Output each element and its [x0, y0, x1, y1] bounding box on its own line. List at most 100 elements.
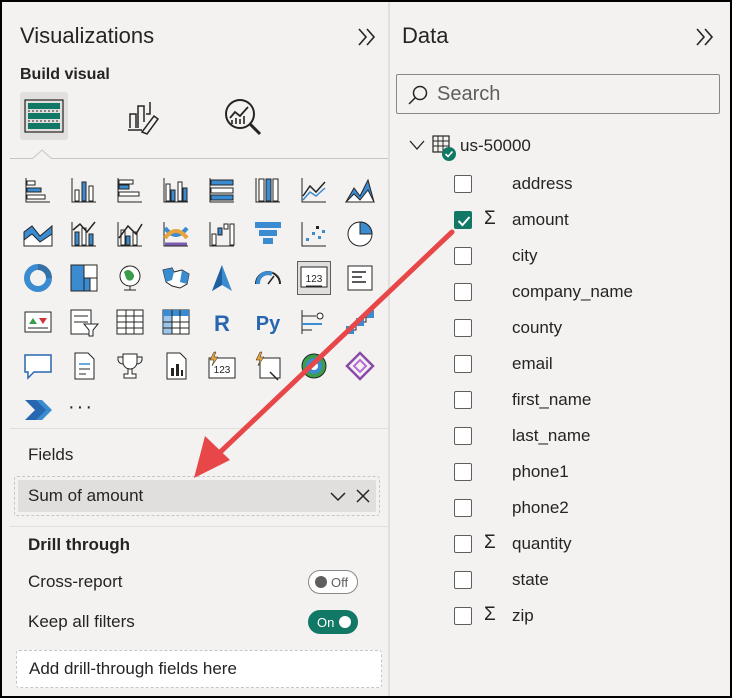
table-icon[interactable]: [114, 306, 146, 338]
slicer-icon[interactable]: [68, 306, 100, 338]
field-checkbox[interactable]: [454, 247, 472, 265]
data-pane: Data us-50000 address Σamount city company_…: [390, 2, 730, 696]
key-influencers-icon[interactable]: [298, 306, 330, 338]
multi-row-card-icon[interactable]: [344, 262, 376, 294]
field-row[interactable]: county: [454, 316, 724, 342]
field-name: quantity: [512, 534, 572, 553]
tab-underline: [10, 158, 388, 159]
cross-report-label: Cross-report: [28, 572, 123, 591]
field-row[interactable]: company_name: [454, 280, 724, 306]
stacked-column-chart-icon[interactable]: [68, 174, 100, 206]
field-row[interactable]: Σzip: [454, 604, 724, 630]
field-name: email: [512, 354, 553, 373]
chevron-down-icon[interactable]: [408, 138, 426, 152]
100-stacked-bar-chart-icon[interactable]: [206, 174, 238, 206]
funnel-chart-icon[interactable]: [252, 218, 284, 250]
keep-filters-toggle[interactable]: On: [308, 610, 358, 634]
field-row[interactable]: address: [454, 172, 724, 198]
scatter-chart-icon[interactable]: [298, 218, 330, 250]
field-row[interactable]: phone2: [454, 496, 724, 522]
power-apps-card-icon[interactable]: 123: [206, 350, 238, 382]
field-row[interactable]: first_name: [454, 388, 724, 414]
treemap-icon[interactable]: [68, 262, 100, 294]
decomposition-tree-icon[interactable]: [344, 306, 376, 338]
analytics-tab[interactable]: [220, 92, 268, 140]
double-chevron-right-icon[interactable]: [356, 26, 378, 48]
drill-through-label: Drill through: [28, 535, 130, 554]
field-checkbox[interactable]: [454, 463, 472, 481]
pie-chart-icon[interactable]: [344, 218, 376, 250]
format-visual-icon: [128, 102, 160, 135]
matrix-icon[interactable]: [160, 306, 192, 338]
field-row[interactable]: city: [454, 244, 724, 270]
field-checkbox[interactable]: [454, 283, 472, 301]
field-row[interactable]: last_name: [454, 424, 724, 450]
field-checkbox[interactable]: [454, 535, 472, 553]
clustered-bar-chart-icon[interactable]: [114, 174, 146, 206]
100-stacked-column-chart-icon[interactable]: [252, 174, 284, 206]
donut-chart-icon[interactable]: [22, 262, 54, 294]
line-chart-icon[interactable]: [298, 174, 330, 206]
field-checkbox[interactable]: [454, 499, 472, 517]
cross-report-toggle[interactable]: Off: [308, 570, 358, 594]
svg-text:R: R: [214, 311, 230, 336]
line-and-stacked-column-icon[interactable]: [68, 218, 100, 250]
power-automate-flow-icon[interactable]: [22, 394, 54, 426]
keep-filters-state: On: [317, 615, 335, 630]
more-visuals-button[interactable]: ···: [68, 396, 100, 428]
filled-map-icon[interactable]: [160, 262, 192, 294]
paginated-report-icon[interactable]: [160, 350, 192, 382]
power-apps-icon[interactable]: [344, 350, 376, 382]
card-icon[interactable]: 123: [297, 261, 331, 295]
build-visual-tab[interactable]: [20, 92, 68, 140]
search-input[interactable]: [437, 81, 707, 107]
kpi-icon[interactable]: [22, 306, 54, 338]
fields-separator: [10, 526, 388, 527]
r-script-visual-icon[interactable]: R: [206, 306, 238, 338]
sigma-icon: Σ: [484, 208, 496, 229]
ribbon-chart-icon[interactable]: [160, 218, 192, 250]
field-checkbox[interactable]: [454, 571, 472, 589]
qa-visual-icon[interactable]: [22, 350, 54, 382]
field-name: city: [512, 246, 538, 265]
field-row[interactable]: Σquantity: [454, 532, 724, 558]
power-automate-icon[interactable]: [252, 350, 284, 382]
visualizations-pane: Visualizations Build visual 123 R Py 123…: [2, 2, 388, 696]
field-row[interactable]: Σamount: [454, 208, 724, 234]
smart-narrative-icon[interactable]: [68, 350, 100, 382]
search-box[interactable]: [396, 74, 720, 114]
checkmark-icon: [457, 216, 471, 227]
metrics-trophy-icon[interactable]: [114, 350, 146, 382]
stacked-area-chart-icon[interactable]: [22, 218, 54, 250]
arcgis-map-icon[interactable]: [298, 350, 330, 382]
field-checkbox[interactable]: [454, 391, 472, 409]
field-row[interactable]: phone1: [454, 460, 724, 486]
table-name[interactable]: us-50000: [460, 136, 531, 156]
field-row[interactable]: state: [454, 568, 724, 594]
field-checkbox[interactable]: [454, 319, 472, 337]
field-checkbox[interactable]: [454, 427, 472, 445]
line-and-clustered-column-icon[interactable]: [114, 218, 146, 250]
clustered-column-chart-icon[interactable]: [160, 174, 192, 206]
python-visual-icon[interactable]: Py: [252, 306, 284, 338]
double-chevron-right-icon[interactable]: [694, 26, 716, 48]
field-checkbox[interactable]: [454, 211, 472, 229]
field-checkbox[interactable]: [454, 175, 472, 193]
azure-map-icon[interactable]: [206, 262, 238, 294]
close-icon[interactable]: [356, 489, 370, 503]
field-checkbox[interactable]: [454, 607, 472, 625]
gallery-separator: [10, 428, 388, 429]
chevron-down-icon[interactable]: [330, 489, 346, 503]
data-title: Data: [402, 23, 449, 48]
drill-through-well[interactable]: Add drill-through fields here: [16, 650, 382, 688]
sigma-icon: Σ: [484, 604, 496, 625]
area-chart-icon[interactable]: [344, 174, 376, 206]
field-row[interactable]: email: [454, 352, 724, 378]
field-checkbox[interactable]: [454, 355, 472, 373]
map-icon[interactable]: [114, 262, 146, 294]
gauge-icon[interactable]: [252, 262, 284, 294]
stacked-bar-chart-icon[interactable]: [22, 174, 54, 206]
waterfall-chart-icon[interactable]: [206, 218, 238, 250]
field-pill[interactable]: Sum of amount: [18, 480, 376, 512]
format-visual-tab[interactable]: [120, 92, 168, 140]
